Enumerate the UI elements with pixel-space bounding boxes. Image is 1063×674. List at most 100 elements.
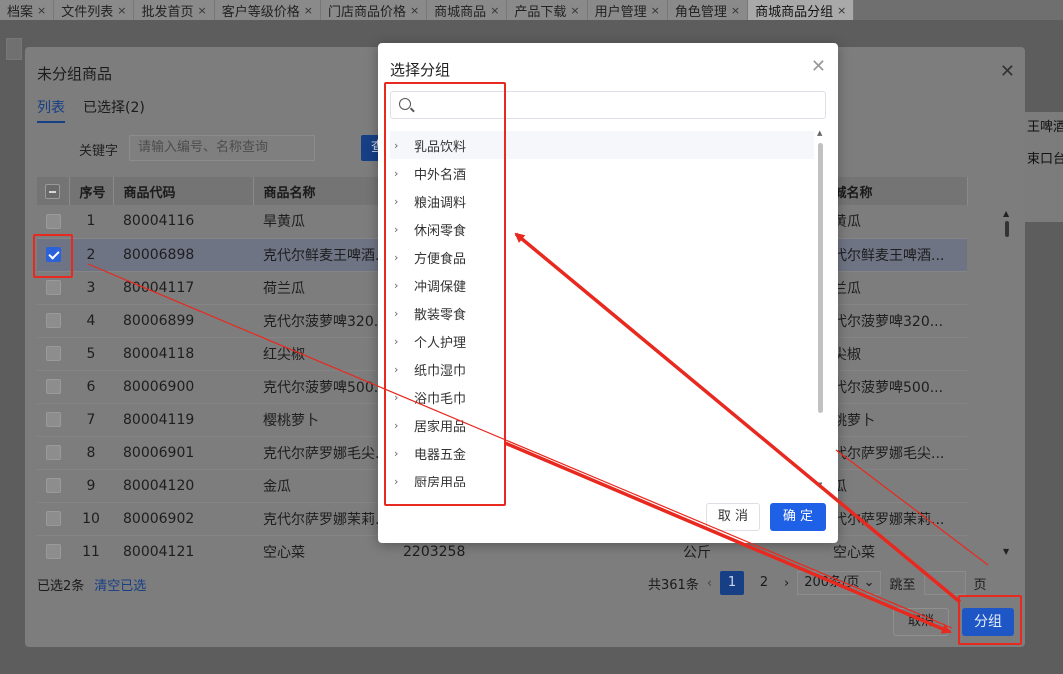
picker-confirm-button[interactable]: 确 定 — [770, 503, 826, 531]
tab-item[interactable]: 商城商品分组 × — [748, 0, 855, 20]
tab-item[interactable]: 用户管理 × — [587, 0, 668, 20]
table-cell: 克代尔菠萝啤500... — [253, 370, 393, 404]
clear-selection-link[interactable]: 清空已选 — [94, 579, 146, 594]
close-icon[interactable]: ✕ — [811, 56, 826, 77]
close-icon[interactable]: × — [837, 4, 846, 17]
row-checkbox[interactable] — [45, 379, 61, 394]
tab-item[interactable]: 商城商品 × — [427, 0, 508, 20]
scroll-thumb[interactable] — [818, 143, 823, 413]
selected-count: 已选2条 — [37, 579, 85, 594]
scroll-down-icon[interactable]: ▼ — [1003, 547, 1009, 556]
scroll-up-icon[interactable]: ▲ — [1003, 209, 1009, 218]
picker-cancel-button[interactable]: 取 消 — [706, 503, 760, 531]
annotation-box-group-button — [958, 595, 1022, 645]
row-checkbox-cell[interactable] — [37, 403, 69, 437]
table-cell: 红尖椒 — [253, 337, 393, 371]
table-cell: 10 — [69, 502, 113, 536]
tab-label: 商城商品 — [434, 4, 487, 20]
close-icon[interactable]: × — [570, 4, 579, 17]
column-header: 商品代码 — [113, 177, 254, 205]
close-icon[interactable]: × — [197, 4, 206, 17]
scroll-thumb[interactable] — [1005, 221, 1009, 237]
row-checkbox[interactable] — [45, 280, 61, 295]
close-icon[interactable]: × — [490, 4, 499, 17]
column-header: 城名称 — [823, 177, 968, 205]
table-cell: 克代尔萨罗娜毛尖... — [253, 436, 393, 470]
table-cell: 代尔菠萝啤500... — [823, 370, 967, 404]
tab-selected[interactable]: 已选择(2) — [83, 97, 145, 123]
close-icon[interactable]: × — [304, 4, 313, 17]
table-cell: 兰瓜 — [823, 271, 967, 305]
background-cell: 束口台 — [1027, 152, 1063, 167]
select-all-checkbox[interactable] — [45, 183, 61, 199]
table-cell: 空心菜 — [823, 535, 967, 559]
tab-item[interactable]: 文件列表 × — [54, 0, 135, 20]
next-page-icon[interactable]: › — [784, 576, 789, 591]
row-checkbox-cell[interactable] — [37, 502, 69, 536]
close-icon[interactable]: ✕ — [1000, 61, 1015, 82]
table-scrollbar[interactable]: ▲ ▼ — [1003, 209, 1011, 559]
row-checkbox-cell[interactable] — [37, 370, 69, 404]
table-cell: 80004119 — [113, 403, 253, 437]
table-cell: 80004120 — [113, 469, 253, 503]
page-unit: 页 — [973, 577, 987, 593]
close-icon[interactable]: × — [37, 4, 46, 17]
background-collapse-button[interactable] — [6, 38, 22, 60]
group-tree-scrollbar[interactable]: ▲ ▼ — [816, 129, 824, 489]
jump-page-input[interactable] — [923, 571, 966, 595]
tab-bar: 档案 × 文件列表 × 批发首页 × 客户等级价格 × 门店商品价格 × 商城商品 × 产品下载 × 用户管… — [0, 0, 1063, 20]
keyword-input[interactable]: 请输入编号、名称查询 — [129, 135, 315, 161]
row-checkbox[interactable] — [45, 412, 61, 427]
tab-list[interactable]: 列表 — [37, 97, 65, 123]
annotation-box-checkbox — [33, 234, 73, 278]
table-cell: 80006901 — [113, 436, 253, 470]
table-cell: 代尔萨罗娜茉莉... — [823, 502, 967, 536]
row-checkbox[interactable] — [45, 445, 61, 460]
pagination: 共361条 ‹ 1 2 › 200条/页 ⌄ 跳至 页 — [648, 571, 987, 595]
background-sidebar — [0, 20, 26, 674]
row-checkbox-cell[interactable] — [37, 436, 69, 470]
total-count: 共361条 — [648, 577, 699, 593]
close-icon[interactable]: × — [410, 4, 419, 17]
table-cell: 代尔萨罗娜毛尖... — [823, 436, 967, 470]
row-checkbox[interactable] — [45, 213, 61, 229]
tab-label: 角色管理 — [674, 4, 727, 20]
tab-item[interactable]: 产品下载 × — [507, 0, 588, 20]
row-checkbox-cell[interactable] — [37, 535, 69, 559]
row-checkbox-cell[interactable] — [37, 469, 69, 503]
row-checkbox[interactable] — [45, 313, 61, 328]
tab-item[interactable]: 档案 × — [0, 0, 55, 20]
tab-label: 门店商品价格 — [327, 4, 406, 20]
tab-item[interactable]: 客户等级价格 × — [214, 0, 321, 20]
tab-item[interactable]: 门店商品价格 × — [320, 0, 428, 20]
table-cell: 80006899 — [113, 304, 253, 338]
close-icon[interactable]: × — [731, 4, 740, 17]
cancel-button[interactable]: 取消 — [893, 608, 949, 636]
row-checkbox[interactable] — [45, 478, 61, 493]
scroll-down-icon[interactable]: ▼ — [817, 481, 822, 489]
tab-label: 文件列表 — [61, 4, 114, 20]
row-checkbox-cell[interactable] — [37, 337, 69, 371]
table-cell: 11 — [69, 535, 113, 559]
table-cell: 80004121 — [113, 535, 253, 559]
page-number[interactable]: 2 — [752, 571, 776, 595]
table-cell: 80006898 — [113, 238, 253, 272]
header-checkbox-cell[interactable] — [37, 177, 70, 205]
picker-title: 选择分组 — [390, 61, 451, 79]
table-cell: 8 — [69, 436, 113, 470]
close-icon[interactable]: × — [117, 4, 126, 17]
table-cell: 9 — [69, 469, 113, 503]
row-checkbox[interactable] — [45, 346, 61, 361]
tab-item[interactable]: 批发首页 × — [134, 0, 215, 20]
tab-item[interactable]: 角色管理 × — [667, 0, 749, 20]
close-icon[interactable]: × — [651, 4, 660, 17]
page-size-select[interactable]: 200条/页 ⌄ — [797, 571, 882, 595]
prev-page-icon[interactable]: ‹ — [707, 576, 712, 591]
table-cell: 荷兰瓜 — [253, 271, 393, 305]
row-checkbox[interactable] — [45, 511, 61, 526]
page-number[interactable]: 1 — [720, 571, 745, 595]
table-cell: 1 — [69, 205, 113, 239]
scroll-up-icon[interactable]: ▲ — [817, 129, 822, 137]
row-checkbox[interactable] — [45, 544, 61, 559]
row-checkbox-cell[interactable] — [37, 304, 69, 338]
